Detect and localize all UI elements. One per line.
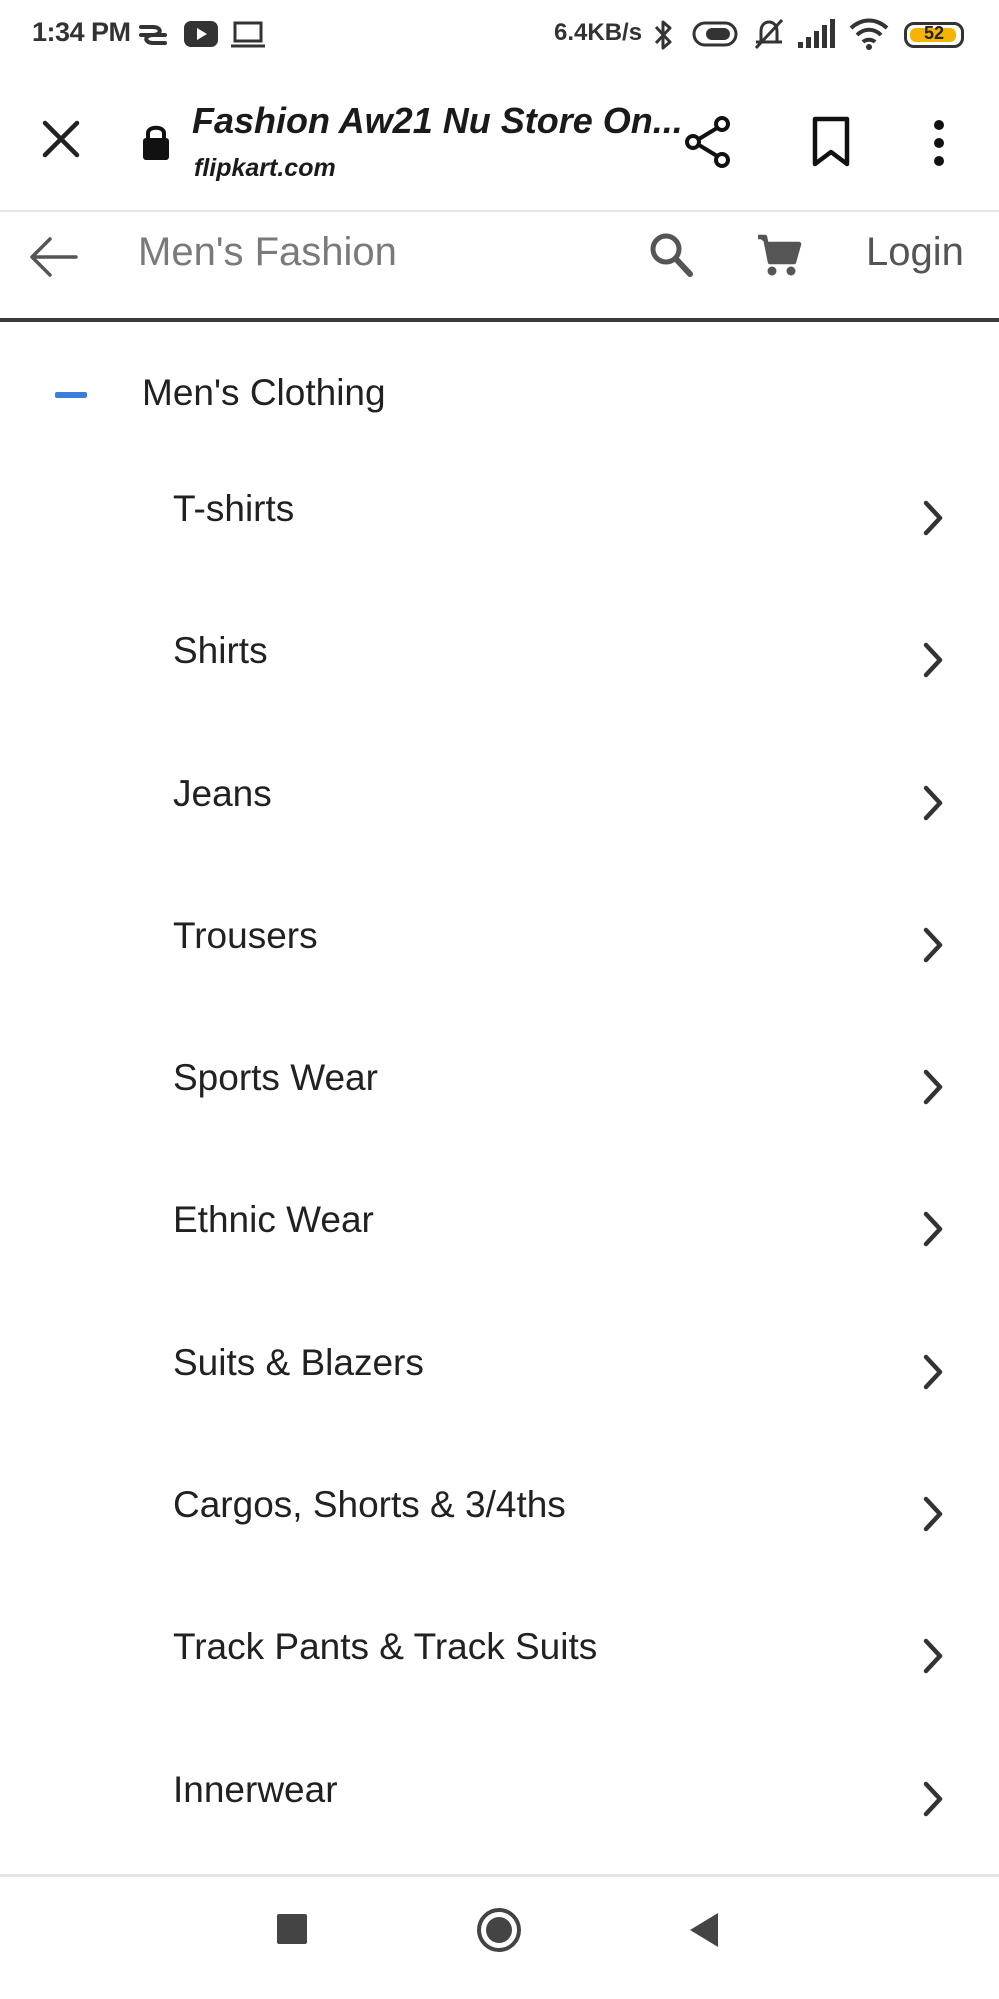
wifi-icon <box>849 18 889 50</box>
list-item-label: Trousers <box>173 914 318 956</box>
chevron-right-icon <box>923 927 943 963</box>
list-item-label: Jeans <box>173 772 272 814</box>
close-icon[interactable] <box>40 118 82 160</box>
back-icon[interactable] <box>688 1911 720 1949</box>
battery-icon: 52 <box>904 22 964 48</box>
share-icon[interactable] <box>682 114 734 170</box>
list-item[interactable]: Cargos, Shorts & 3/4ths <box>0 1456 999 1598</box>
toggle-icon <box>692 21 738 47</box>
collapse-icon[interactable] <box>55 392 87 398</box>
chevron-right-icon <box>923 1212 943 1247</box>
sync-icon <box>139 25 167 45</box>
browser-toolbar: Fashion Aw21 Nu Store On... flipkart.com <box>0 70 999 212</box>
page-domain[interactable]: flipkart.com <box>194 154 336 183</box>
chevron-right-icon <box>923 1496 943 1532</box>
category-menu: Men's Clothing T-shirts Shirts Jeans Trouse… <box>0 330 999 1883</box>
chevron-right-icon <box>923 1639 943 1674</box>
subcategory-list: T-shirts Shirts Jeans Trousers Sports Wear Et… <box>0 460 999 1883</box>
system-nav-bar <box>0 1874 999 1999</box>
chevron-right-icon <box>923 1069 943 1105</box>
laptop-icon <box>231 21 265 48</box>
battery-level: 52 <box>923 23 945 43</box>
list-item-label: Ethnic Wear <box>173 1199 374 1241</box>
lock-icon <box>143 125 169 160</box>
cart-icon[interactable] <box>756 232 802 278</box>
list-item[interactable]: Ethnic Wear <box>0 1171 999 1313</box>
list-item-label: T-shirts <box>173 488 295 529</box>
more-options-icon[interactable] <box>928 118 950 168</box>
list-item-label: Cargos, Shorts & 3/4ths <box>173 1484 566 1526</box>
search-input[interactable]: Men's Fashion <box>138 230 397 275</box>
list-item[interactable]: T-shirts <box>0 460 999 602</box>
chevron-right-icon <box>923 785 943 820</box>
youtube-icon <box>184 21 218 47</box>
login-link[interactable]: Login <box>866 230 964 275</box>
list-item[interactable]: Trousers <box>0 887 999 1029</box>
recents-icon[interactable] <box>276 1913 308 1945</box>
status-time: 1:34 PM <box>32 17 131 47</box>
list-item[interactable]: Jeans <box>0 745 999 887</box>
site-header: Men's Fashion Login <box>0 212 999 322</box>
section-mens-clothing[interactable]: Men's Clothing <box>0 330 999 460</box>
status-bar: 1:34 PM 6.4KB/s 52 <box>0 0 999 70</box>
list-item[interactable]: Shirts <box>0 602 999 744</box>
back-arrow-icon[interactable] <box>28 234 80 280</box>
list-item[interactable]: Track Pants & Track Suits <box>0 1598 999 1740</box>
chevron-right-icon <box>923 1354 943 1390</box>
network-speed: 6.4KB/s <box>554 19 643 46</box>
list-item[interactable]: Suits & Blazers <box>0 1314 999 1456</box>
chevron-right-icon <box>923 500 943 536</box>
list-item-label: Innerwear <box>173 1768 338 1810</box>
home-icon[interactable] <box>476 1907 522 1953</box>
chevron-right-icon <box>923 643 943 678</box>
section-label: Men's Clothing <box>142 372 386 413</box>
list-item[interactable]: Sports Wear <box>0 1029 999 1171</box>
list-item-label: Track Pants & Track Suits <box>173 1626 598 1668</box>
mute-icon <box>754 18 784 50</box>
bookmark-icon[interactable] <box>810 116 852 168</box>
list-item-label: Sports Wear <box>173 1057 378 1099</box>
search-icon[interactable] <box>648 230 694 280</box>
chevron-right-icon <box>923 1781 943 1816</box>
list-item-label: Suits & Blazers <box>173 1341 424 1383</box>
list-item-label: Shirts <box>173 630 268 672</box>
page-title[interactable]: Fashion Aw21 Nu Store On... <box>192 100 683 142</box>
bluetooth-icon <box>654 20 672 50</box>
list-item[interactable]: Innerwear <box>0 1741 999 1883</box>
signal-icon <box>798 19 835 48</box>
